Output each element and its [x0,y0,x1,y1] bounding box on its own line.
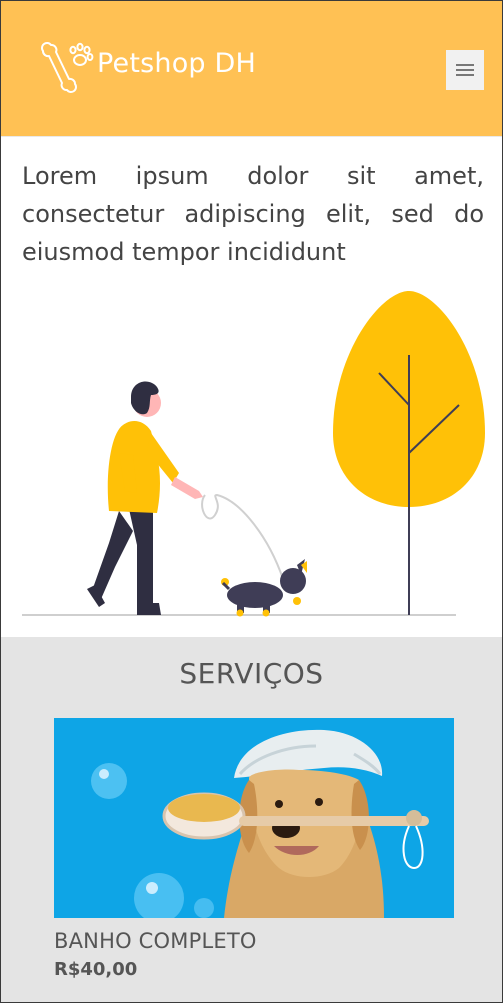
services-title: SERVIÇOS [179,657,324,690]
dog-illustration [221,559,307,617]
service-name[interactable]: BANHO COMPLETO [54,929,257,953]
dog-bath-image [54,718,454,918]
person-walking-dog-illustration [22,291,485,617]
menu-line [456,69,474,71]
page-frame: Petshop DH Lorem ipsum dolor sit amet, c… [0,0,503,1003]
dog-bath-photo[interactable] [54,718,454,918]
leash [201,493,284,580]
intro-text: Lorem ipsum dolor sit amet, consectetur … [22,162,484,266]
person-illustration [87,381,203,615]
menu-line [456,74,474,76]
site-header: Petshop DH [1,1,502,137]
service-price: R$40,00 [54,959,138,980]
hamburger-menu-icon[interactable] [446,50,484,90]
bone-paw-icon[interactable] [37,39,95,95]
menu-line [456,64,474,66]
brand-name[interactable]: Petshop DH [97,48,256,79]
tree-illustration [333,291,485,615]
